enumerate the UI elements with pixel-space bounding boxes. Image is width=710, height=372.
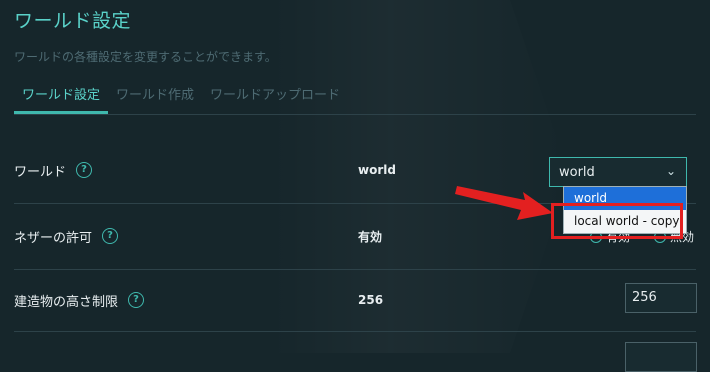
help-icon[interactable]: ? [76,162,93,178]
page-subtitle: ワールドの各種設定を変更することができます。 [14,50,277,64]
setting-row-height-limit: 建造物の高さ制限 ? 256 [14,269,696,332]
tab-world-create[interactable]: ワールド作成 [108,86,202,114]
world-dropdown-list: world local world - copy [563,186,687,234]
tab-bar: ワールド設定 ワールド作成 ワールドアップロード [14,86,348,114]
help-icon[interactable]: ? [102,228,119,244]
world-select[interactable]: world ⌄ [549,157,687,187]
tab-world-settings[interactable]: ワールド設定 [14,86,109,114]
setting-value-world: world [358,163,396,177]
setting-label-world: ワールド [14,164,67,180]
dropdown-option-local-world-copy[interactable]: local world - copy [564,210,686,233]
next-setting-input[interactable] [625,342,697,372]
tab-world-upload[interactable]: ワールドアップロード [202,86,348,114]
setting-label-height-limit: 建造物の高さ制限 [14,294,119,310]
height-limit-input[interactable]: 256 [625,283,697,313]
setting-value-nether: 有効 [358,229,383,244]
chevron-down-icon: ⌄ [665,164,676,178]
tabs-divider [14,114,696,115]
setting-value-height-limit: 256 [358,293,384,307]
page-title: ワールド設定 [14,10,132,32]
help-icon[interactable]: ? [128,292,145,308]
dropdown-option-world[interactable]: world [564,187,686,210]
setting-label-nether: ネザーの許可 [14,230,93,246]
world-select-value: world [559,164,595,180]
